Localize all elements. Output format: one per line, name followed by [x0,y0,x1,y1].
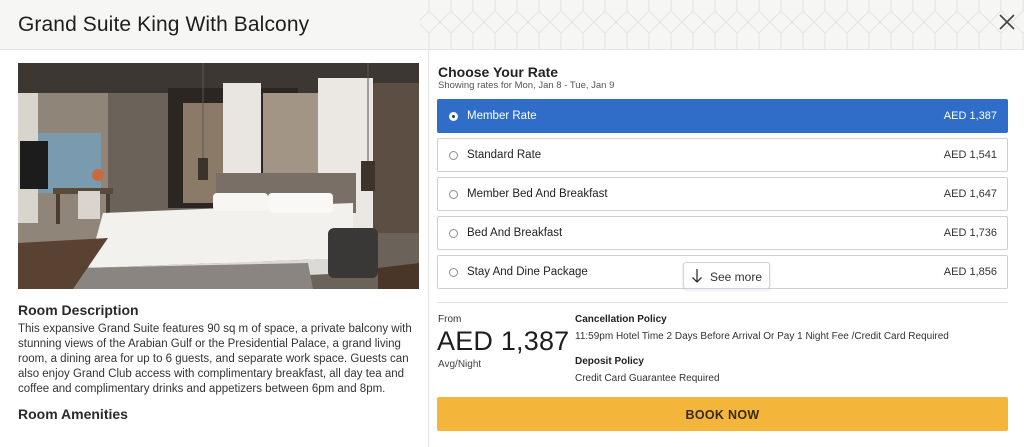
rate-price: AED 1,736 [943,227,997,239]
book-now-button[interactable]: BOOK NOW [437,397,1008,431]
price-from-label: From [438,314,462,325]
room-photo-container [18,63,419,289]
column-divider [428,50,429,447]
rate-name: Standard Rate [467,149,542,161]
rate-price: AED 1,387 [943,110,997,122]
arrow-down-icon [692,269,702,283]
rate-option-member-rate[interactable]: Member Rate AED 1,387 [437,99,1008,133]
room-amenities-heading[interactable]: Room Amenities [18,406,128,422]
room-description-heading: Room Description [18,302,139,318]
rate-name: Bed And Breakfast [467,227,563,239]
rate-name: Member Bed And Breakfast [467,188,608,200]
room-description-text: This expansive Grand Suite features 90 s… [18,323,412,395]
rate-option-standard-rate[interactable]: Standard Rate AED 1,541 [437,138,1008,172]
rate-radio[interactable] [449,112,458,121]
price-per-label: Avg/Night [438,359,482,370]
room-photo [18,63,419,289]
close-icon [999,14,1015,30]
rates-date-range: Showing rates for Mon, Jan 8 - Tue, Jan … [438,80,615,91]
deposit-policy-heading: Deposit Policy [575,356,644,367]
rate-name: Stay And Dine Package [467,266,588,278]
price-total: AED 1,387 [437,326,570,356]
deposit-policy-text: Credit Card Guarantee Required [575,373,720,384]
book-now-label: BOOK NOW [685,408,760,422]
rate-radio[interactable] [449,151,458,160]
cancellation-policy-heading: Cancellation Policy [575,314,667,325]
see-more-button[interactable]: See more [683,262,770,289]
close-button[interactable] [996,11,1018,33]
rate-price: AED 1,647 [943,188,997,200]
see-more-label: See more [710,270,763,284]
modal-title: Grand Suite King With Balcony [18,13,310,36]
rate-option-bed-and-breakfast[interactable]: Bed And Breakfast AED 1,736 [437,216,1008,250]
rate-radio[interactable] [449,190,458,199]
rate-radio[interactable] [449,229,458,238]
modal-header: Grand Suite King With Balcony [0,0,1024,50]
rates-heading: Choose Your Rate [438,64,559,80]
cancellation-policy-text: 11:59pm Hotel Time 2 Days Before Arrival… [575,331,949,342]
rate-option-member-bed-and-breakfast[interactable]: Member Bed And Breakfast AED 1,647 [437,177,1008,211]
rate-name: Member Rate [467,110,537,122]
summary-divider [437,302,1008,303]
rate-price: AED 1,856 [943,266,997,278]
rate-radio[interactable] [449,268,458,277]
rate-price: AED 1,541 [943,149,997,161]
